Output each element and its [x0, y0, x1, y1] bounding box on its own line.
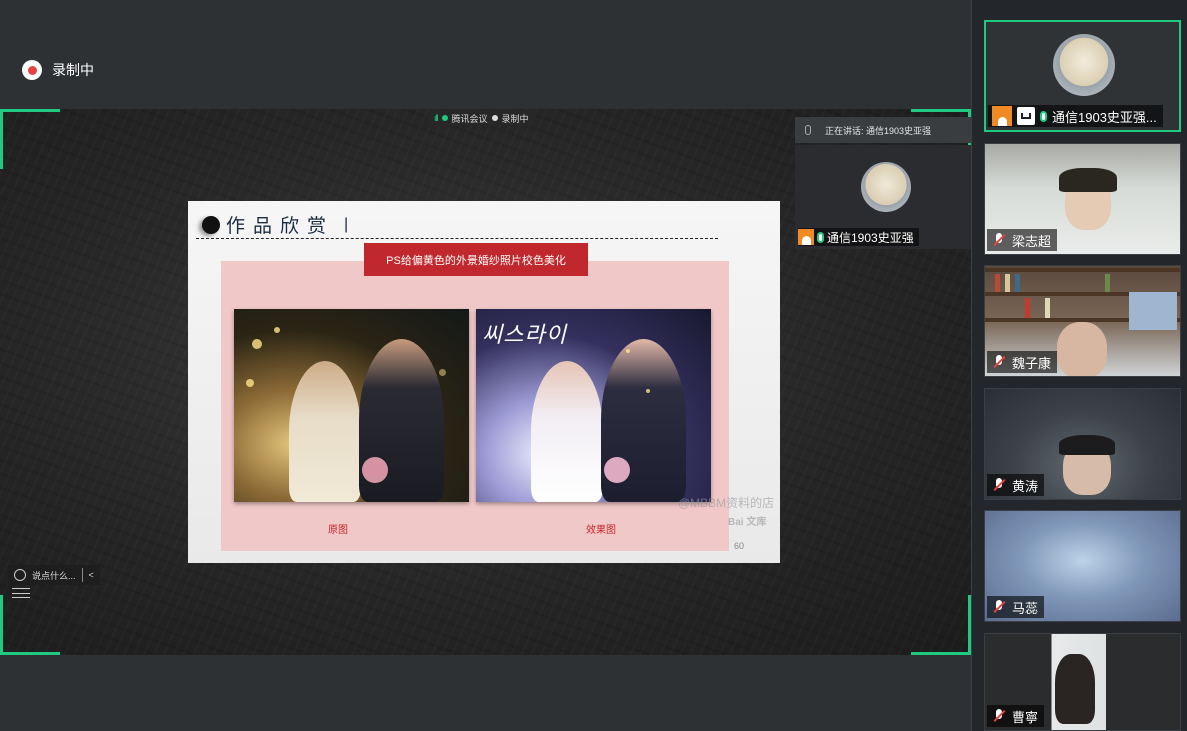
chat-input-bar[interactable]: 说点什么... < [8, 565, 100, 585]
participant-label: 黄涛 [987, 474, 1045, 496]
participant-tile[interactable]: 黄涛 [984, 388, 1181, 500]
original-caption: 原图 [328, 525, 348, 536]
avatar-icon [14, 569, 26, 581]
mic-icon [1040, 110, 1047, 122]
presentation-slide: 作品欣赏 | PS给偏黄色的外景婚纱照片校色美化 씨스라이 原图 效果图 @MB… [188, 201, 780, 563]
participant-tile[interactable]: 魏子康 [984, 265, 1181, 377]
participant-name: 黄涛 [1012, 478, 1039, 494]
speaking-indicator: 正在讲话: 通信1903史亚强 [795, 117, 971, 143]
speaker-mini-tile[interactable]: 通信1903史亚强 [795, 145, 971, 249]
recording-label: 录制中 [52, 62, 94, 78]
person-face [1057, 322, 1107, 376]
bride-figure [531, 361, 603, 502]
original-photo [234, 309, 469, 502]
participant-name: 魏子康 [1012, 355, 1052, 371]
participant-name: 曹寧 [1012, 709, 1039, 725]
participant-sidebar: 通信1903史亚强... 梁志超 魏子康 黄涛 马蕊 曹寧 [971, 0, 1187, 731]
book [1015, 274, 1020, 292]
screen-share-area: ıll 腾讯会议 录制中 正在讲话: 通信1903史亚强 通信1903史亚强 作… [0, 109, 971, 655]
recording-cloud-icon [22, 60, 42, 80]
chat-placeholder[interactable]: 说点什么... [32, 569, 76, 582]
participant-tile[interactable]: 通信1903史亚强... [984, 20, 1181, 132]
hair [1059, 168, 1117, 192]
hair [1055, 654, 1095, 724]
hair [1059, 435, 1115, 455]
bullet-dot-icon [202, 215, 220, 234]
host-icon [798, 229, 814, 245]
mic-muted-icon [991, 599, 1007, 615]
avatar [1053, 34, 1115, 96]
slide-header: 作品欣赏 | [202, 211, 348, 238]
participant-name: 梁志超 [1012, 233, 1052, 249]
participant-label: 梁志超 [987, 229, 1058, 251]
watermark-brand: Bai 文库 [728, 517, 767, 528]
participant-tile[interactable]: 马蕊 [984, 510, 1181, 622]
slide-banner: PS给偏黄色的外景婚纱照片校色美化 [364, 243, 588, 276]
cloud-icon [491, 115, 498, 121]
monitor [1129, 292, 1177, 330]
mic-muted-icon [991, 354, 1007, 370]
meeting-window: 录制中 ıll 腾讯会议 录制中 正在讲话: 通信1903史亚强 通信1903史… [0, 0, 1187, 731]
slide-title: 作品欣赏 [226, 215, 335, 237]
bride-figure [289, 361, 361, 502]
collapse-chevron-icon[interactable]: < [89, 570, 94, 580]
screen-share-icon [1017, 107, 1035, 125]
signal-icon: ıll [434, 113, 438, 123]
speaker-name: 通信1903史亚强 [827, 230, 914, 245]
corner-frame [0, 109, 60, 169]
watermark-shop: @MBBM资料的店 [678, 496, 775, 510]
book [1025, 298, 1030, 318]
participant-label: 曹寧 [987, 705, 1045, 727]
share-status: 录制中 [501, 113, 529, 124]
edited-caption: 效果图 [586, 525, 616, 536]
book [1005, 274, 1010, 292]
book [1045, 298, 1050, 318]
participant-label: 魏子康 [987, 351, 1058, 373]
mic-muted-icon [991, 232, 1007, 248]
mic-muted-icon [991, 477, 1007, 493]
mic-icon [817, 231, 824, 243]
share-status-bar[interactable]: ıll 腾讯会议 录制中 [428, 110, 535, 126]
divider [196, 238, 718, 239]
participant-label: 马蕊 [987, 596, 1045, 618]
participant-label: 通信1903史亚强... [988, 105, 1163, 127]
participant-name: 通信1903史亚强... [1052, 109, 1157, 125]
participant-tile[interactable]: 梁志超 [984, 143, 1181, 255]
page-number: 60 [733, 541, 744, 551]
status-dot-icon [441, 115, 448, 121]
mic-icon [805, 125, 811, 135]
book [995, 274, 1000, 292]
title-separator: | [344, 215, 349, 233]
mic-muted-icon [991, 708, 1007, 724]
corner-frame [911, 595, 971, 655]
bookshelf [985, 268, 1180, 272]
participant-tile[interactable]: 曹寧 [984, 633, 1181, 731]
menu-icon[interactable] [12, 588, 30, 598]
speaking-text: 正在讲话: 通信1903史亚强 [825, 125, 932, 136]
book [1105, 274, 1110, 292]
share-app-name: 腾讯会议 [451, 113, 488, 124]
corner-frame [0, 595, 60, 655]
avatar [861, 162, 911, 212]
host-icon [992, 106, 1012, 126]
speaker-name-tag: 通信1903史亚强 [798, 228, 919, 246]
main-stage: 录制中 ıll 腾讯会议 录制中 正在讲话: 通信1903史亚强 通信1903史… [0, 0, 971, 731]
participant-name: 马蕊 [1012, 600, 1039, 616]
photo-script-text: 씨스라이 [482, 323, 567, 348]
divider [81, 568, 83, 582]
recording-indicator[interactable]: 录制中 [22, 60, 94, 80]
edited-photo: 씨스라이 [476, 309, 711, 502]
